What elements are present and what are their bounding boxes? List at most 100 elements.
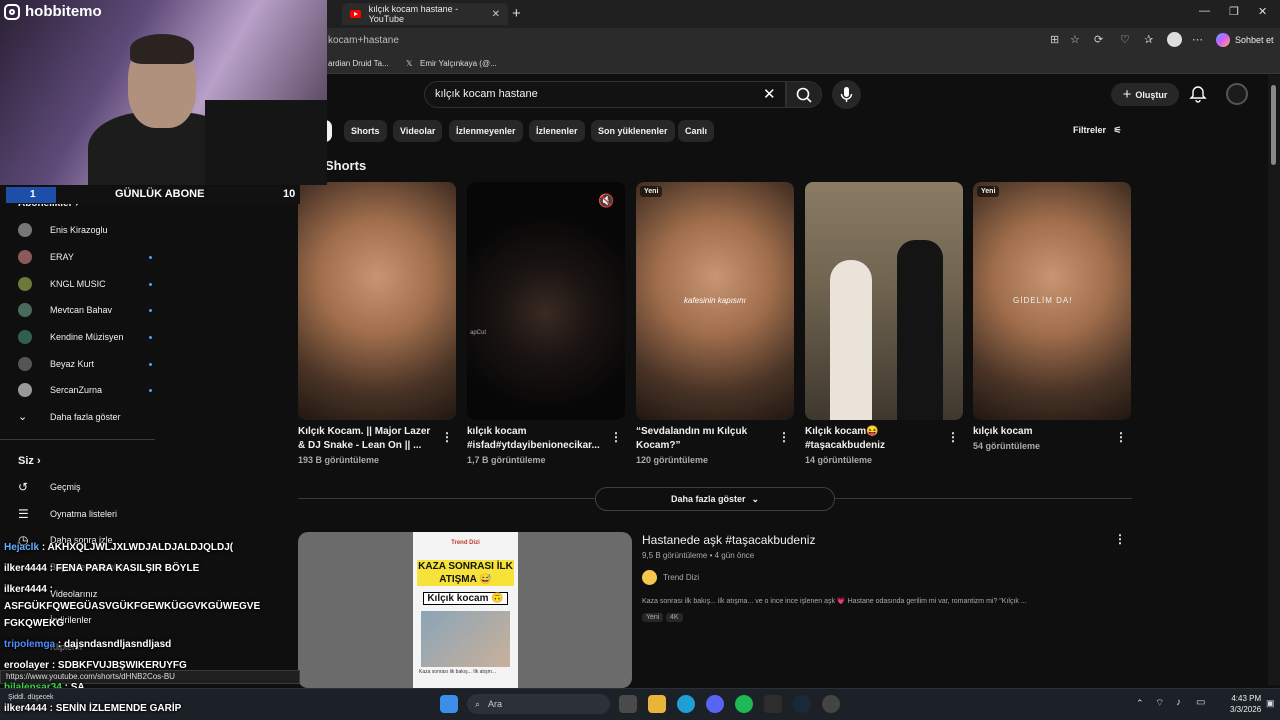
muted-speaker-icon[interactable]: 🔇: [598, 193, 614, 209]
sidebar-item-playlists[interactable]: ☰ Oynatma listeleri: [18, 504, 117, 524]
volume-icon[interactable]: ♪: [1176, 697, 1181, 708]
spotify-icon[interactable]: [735, 695, 753, 713]
short-item[interactable]: “Sevdalandın mı Kılçuk Kocam?” 120 görün…: [636, 425, 776, 467]
copilot-chat-button[interactable]: Sohbet et: [1216, 32, 1274, 48]
create-button[interactable]: + Oluştur: [1111, 83, 1179, 106]
chip-unwatched[interactable]: İzlenmeyenler: [449, 120, 523, 142]
wifi-icon[interactable]: ⌔: [1155, 697, 1164, 710]
youtube-favicon-icon: [350, 10, 361, 18]
sidebar-channel[interactable]: KNGL MUSIC: [18, 274, 152, 294]
thumbnail-brand: Trend Dizi: [451, 540, 480, 546]
windows-start-icon[interactable]: [440, 695, 458, 713]
sidebar-channel[interactable]: ERAY: [18, 247, 152, 267]
browser-essentials-icon[interactable]: ♡: [1120, 33, 1130, 46]
short-item[interactable]: Kılçık kocam😝 #taşacakbudeniz 14 görüntü…: [805, 425, 945, 467]
bookmark-item[interactable]: ardian Druid Ta...: [328, 59, 389, 68]
sidebar-channel[interactable]: SercanZurna: [18, 380, 152, 400]
favorites-icon[interactable]: ✰: [1144, 33, 1153, 46]
obs-icon[interactable]: [822, 695, 840, 713]
chip-shorts[interactable]: Shorts: [344, 120, 387, 142]
short-thumbnail[interactable]: Yeni kafesinin kapısını: [636, 182, 794, 420]
sidebar-item-history[interactable]: ↺ Geçmiş: [18, 477, 81, 497]
short-item[interactable]: kılçık kocam 54 görüntüleme: [973, 425, 1113, 453]
discord-icon[interactable]: [706, 695, 724, 713]
video-title[interactable]: Hastanede aşk #taşacakbudeniz: [642, 533, 815, 547]
short-menu-icon[interactable]: ⋮: [778, 430, 790, 444]
close-tab-icon[interactable]: ✕: [492, 9, 500, 20]
steam-icon[interactable]: [793, 695, 811, 713]
show-more-label: Daha fazla göster: [670, 494, 746, 504]
short-menu-icon[interactable]: ⋮: [1115, 430, 1127, 444]
terminal-icon[interactable]: [764, 695, 782, 713]
account-avatar[interactable]: [1226, 83, 1248, 105]
sidebar-divider: [0, 439, 155, 440]
chip-live[interactable]: Canlı: [678, 120, 715, 142]
channel-name[interactable]: Trend Dizi: [663, 573, 699, 582]
maximize-icon[interactable]: ❐: [1229, 5, 1239, 18]
favorite-star-icon[interactable]: ☆: [1070, 33, 1080, 46]
thumbnail-subtitle: Kılçık kocam 🙃: [423, 592, 508, 605]
extensions-icon[interactable]: ⟳: [1094, 33, 1103, 46]
short-item[interactable]: kılçık kocam #isfad#ytdayibenionecikar..…: [467, 425, 607, 467]
profile-avatar[interactable]: [1167, 32, 1182, 47]
channel-avatar: [18, 330, 32, 344]
search-button[interactable]: [786, 81, 822, 108]
tab-youtube[interactable]: kılçık kocam hastane - YouTube ✕: [342, 3, 508, 25]
filters-button[interactable]: Filtreler ⚟: [1073, 125, 1122, 136]
chip-videos[interactable]: Videolar: [393, 120, 443, 142]
channel-name: SercanZurna: [50, 385, 103, 395]
split-screen-icon[interactable]: ⊞: [1050, 33, 1059, 46]
short-thumbnail[interactable]: apCut 🔇: [467, 182, 625, 420]
show-more-button[interactable]: Daha fazla göster ⌄: [595, 487, 835, 511]
create-label: Oluştur: [1135, 89, 1168, 100]
video-thumbnail[interactable]: Trend Dizi KAZA SONRASI İLK ATIŞMA 😅 Kıl…: [298, 532, 632, 688]
search-input[interactable]: kılçık kocam hastane: [424, 81, 786, 108]
system-tray-chevron-icon[interactable]: ⌃: [1136, 698, 1144, 709]
short-overlay-text: apCut: [470, 330, 487, 336]
new-tab-icon[interactable]: +: [512, 5, 521, 22]
sidebar-channel[interactable]: Beyaz Kurt: [18, 354, 152, 374]
bookmark-item[interactable]: Emir Yalçınkaya (@...: [420, 59, 497, 68]
short-views: 193 B görüntüleme: [298, 455, 380, 465]
groom-figure: [897, 240, 943, 420]
you-heading[interactable]: Siz ›: [18, 455, 41, 467]
short-item[interactable]: Kılçık Kocam. || Major Lazer & DJ Snake …: [298, 425, 438, 467]
sidebar-channel[interactable]: Kendine Müzisyen: [18, 327, 152, 347]
short-thumbnail[interactable]: Yeni GİDELİM DA!: [973, 182, 1131, 420]
taskbar-clock[interactable]: 4:43 PM 3/3/2026: [1230, 693, 1261, 715]
video-menu-icon[interactable]: ⋮: [1114, 532, 1126, 546]
more-options-icon[interactable]: ⋯: [1192, 33, 1203, 46]
weather-widget[interactable]: Şiddl. düşecek: [8, 694, 54, 701]
battery-icon[interactable]: ▭: [1196, 697, 1205, 708]
chip-watched[interactable]: İzlenenler: [529, 120, 585, 142]
notification-center-icon[interactable]: ▣: [1266, 698, 1275, 709]
voice-search-button[interactable]: [832, 80, 861, 109]
task-view-icon[interactable]: [619, 695, 637, 713]
edge-browser-icon[interactable]: [677, 695, 695, 713]
scrollbar-thumb[interactable]: [1271, 85, 1276, 165]
chat-username: ilker4444: [4, 703, 47, 714]
sidebar-show-more[interactable]: ⌄ Daha fazla göster: [18, 407, 121, 427]
url-field[interactable]: kocam+hastane: [328, 35, 399, 46]
taskbar-search[interactable]: ⌕ Ara: [467, 694, 610, 714]
clear-search-icon[interactable]: ✕: [763, 85, 776, 103]
channel-avatar[interactable]: [642, 570, 657, 585]
short-menu-icon[interactable]: ⋮: [610, 430, 622, 444]
short-thumbnail[interactable]: [298, 182, 456, 420]
page-scrollbar[interactable]: [1268, 75, 1280, 685]
channel-name: Beyaz Kurt: [50, 359, 95, 369]
chat-text: : dajsndasndljasndljasd: [57, 639, 172, 650]
sidebar-channel[interactable]: Mevtcan Bahav: [18, 300, 152, 320]
short-menu-icon[interactable]: ⋮: [947, 430, 959, 444]
short-thumbnail[interactable]: [805, 182, 963, 420]
thumbnail-poster: Trend Dizi KAZA SONRASI İLK ATIŞMA 😅 Kıl…: [413, 532, 518, 688]
close-window-icon[interactable]: ✕: [1258, 5, 1267, 18]
file-explorer-icon[interactable]: [648, 695, 666, 713]
filter-sliders-icon: ⚟: [1113, 125, 1122, 135]
channel-name: Mevtcan Bahav: [50, 305, 113, 315]
chip-recently-uploaded[interactable]: Son yüklenenler: [591, 120, 675, 142]
minimize-icon[interactable]: —: [1199, 5, 1210, 17]
short-menu-icon[interactable]: ⋮: [441, 430, 453, 444]
notifications-button[interactable]: [1189, 85, 1207, 108]
sidebar-channel[interactable]: Enis Kirazoglu: [18, 220, 108, 240]
